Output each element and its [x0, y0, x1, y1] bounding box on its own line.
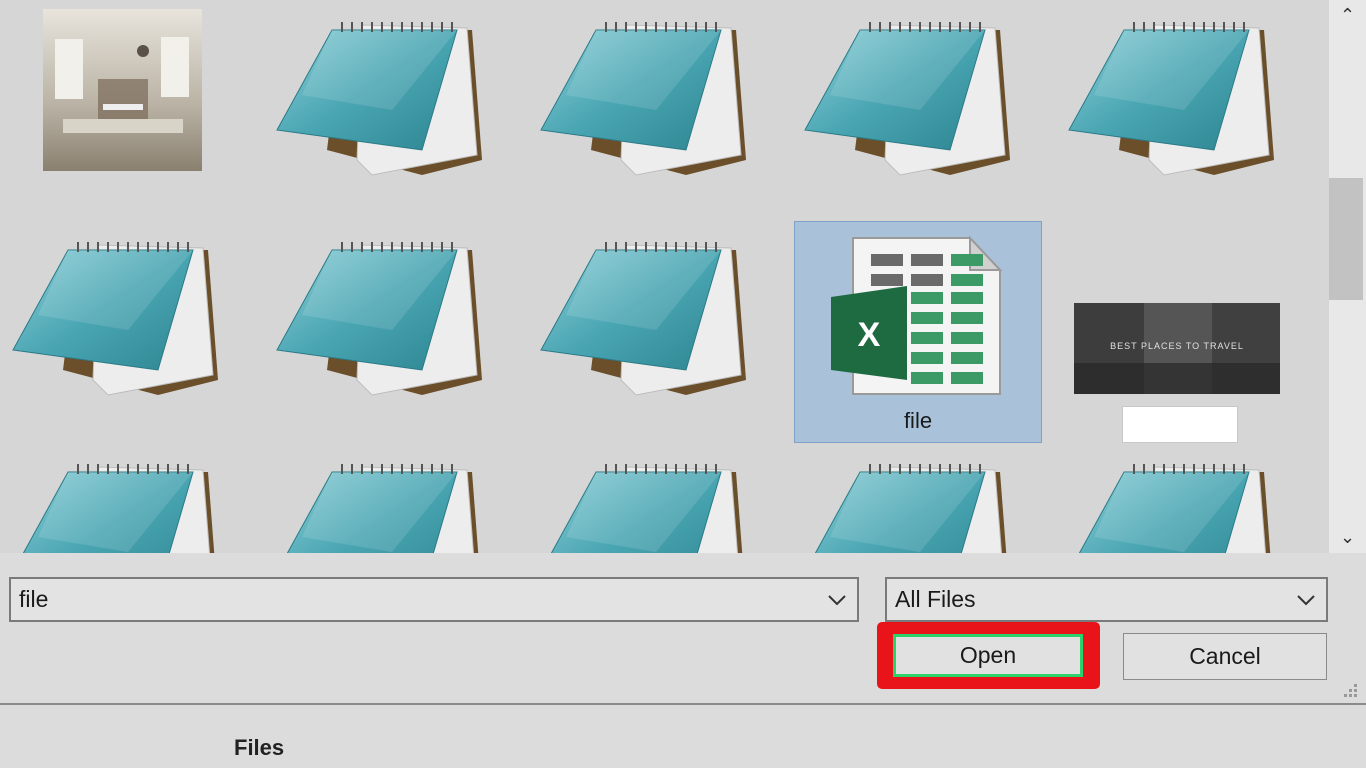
- file-tile-notepad[interactable]: [272, 0, 520, 222]
- notepad-icon: [12, 463, 219, 553]
- chevron-up-icon: ⌃: [1339, 4, 1356, 25]
- open-button[interactable]: Open: [893, 634, 1083, 677]
- file-tile-notepad[interactable]: [272, 220, 520, 442]
- chevron-down-icon[interactable]: [817, 579, 857, 620]
- chevron-down-icon[interactable]: [1286, 579, 1326, 620]
- file-tile-notepad[interactable]: [800, 442, 1048, 553]
- rename-box[interactable]: [1122, 406, 1238, 443]
- file-tile-notepad[interactable]: [1064, 0, 1312, 222]
- file-grid[interactable]: X file BEST PLACES TO TRAVEL: [0, 0, 1329, 553]
- file-name-label: file: [903, 408, 933, 433]
- notepad-icon: [540, 241, 747, 396]
- notepad-icon: [804, 463, 1011, 553]
- file-tile-notepad[interactable]: [536, 220, 784, 442]
- file-name-value: file: [19, 586, 49, 612]
- excel-icon: X: [831, 235, 1003, 395]
- file-tile-notepad[interactable]: [8, 220, 256, 442]
- room-photo-thumbnail: [43, 9, 202, 171]
- dialog-footer: [0, 553, 1366, 705]
- file-tile-notepad[interactable]: [272, 442, 520, 553]
- file-type-value: All Files: [895, 586, 976, 612]
- cancel-button[interactable]: Cancel: [1123, 633, 1327, 680]
- file-type-select[interactable]: All Files: [885, 577, 1328, 622]
- footer-label: Files: [234, 735, 285, 760]
- notepad-icon: [540, 463, 747, 553]
- chevron-down-icon: ⌄: [1339, 526, 1356, 547]
- file-tile-notepad[interactable]: [8, 442, 256, 553]
- file-tile-travel-image[interactable]: BEST PLACES TO TRAVEL: [1060, 220, 1308, 443]
- scroll-up-button[interactable]: ⌃: [1329, 0, 1366, 30]
- notepad-icon: [276, 463, 483, 553]
- resize-grip-icon[interactable]: [1338, 682, 1360, 700]
- file-name-combobox[interactable]: file: [9, 577, 859, 622]
- file-tile-notepad[interactable]: [800, 0, 1048, 222]
- thumbnail-caption: BEST PLACES TO TRAVEL: [1110, 341, 1244, 351]
- notepad-icon: [276, 241, 483, 396]
- file-tile-notepad[interactable]: [1064, 442, 1312, 553]
- file-tile-notepad[interactable]: [536, 442, 784, 553]
- notepad-icon: [12, 241, 219, 396]
- notepad-icon: [1068, 21, 1275, 176]
- notepad-icon: [804, 21, 1011, 176]
- svg-text:X: X: [858, 316, 881, 354]
- notepad-icon: [1068, 463, 1275, 553]
- file-tile-image[interactable]: [0, 0, 248, 222]
- scroll-thumb[interactable]: [1329, 178, 1363, 300]
- travel-image-thumbnail: BEST PLACES TO TRAVEL: [1074, 303, 1280, 394]
- file-tile-notepad[interactable]: [536, 0, 784, 222]
- file-tile-excel[interactable]: X file: [794, 221, 1042, 443]
- scroll-down-button[interactable]: ⌄: [1329, 522, 1366, 552]
- notepad-icon: [540, 21, 747, 176]
- notepad-icon: [276, 21, 483, 176]
